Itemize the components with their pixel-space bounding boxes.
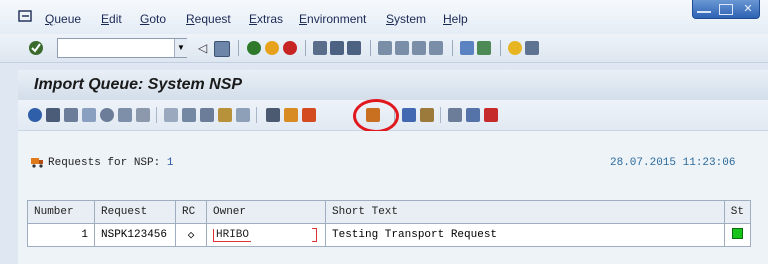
- lock-icon[interactable]: [266, 108, 280, 122]
- toolbar-separator: [256, 107, 257, 123]
- sort-icon[interactable]: [136, 108, 150, 122]
- truck-icon: [31, 158, 43, 168]
- timestamp: 28.07.2015 11:23:06: [610, 157, 736, 169]
- owner-value: HRIBO: [213, 229, 252, 242]
- close-icon[interactable]: ✕: [741, 3, 755, 15]
- page-title: Import Queue: System NSP: [34, 76, 243, 93]
- cell-number: 1: [27, 223, 95, 247]
- save-icon[interactable]: [214, 41, 230, 57]
- check-icon[interactable]: [420, 108, 434, 122]
- toolbar-separator: [452, 40, 453, 56]
- table-row[interactable]: 1 NSPK123456 ◇ HRIBO Testing Transport R…: [27, 223, 752, 247]
- column-number[interactable]: Number: [27, 200, 95, 224]
- command-dropdown-icon[interactable]: ▼: [174, 39, 187, 57]
- column-rc[interactable]: RC: [175, 200, 207, 224]
- first-page-icon[interactable]: [378, 41, 392, 55]
- enter-icon[interactable]: [28, 40, 44, 56]
- help-icon[interactable]: [508, 41, 522, 55]
- toolbar-separator: [440, 107, 441, 123]
- find-icon[interactable]: [330, 41, 344, 55]
- next-page-icon[interactable]: [412, 41, 426, 55]
- menu-goto[interactable]: Goto: [140, 12, 166, 26]
- toolbar-separator: [238, 40, 239, 56]
- info-icon[interactable]: [448, 108, 462, 122]
- import-monitor-icon[interactable]: [402, 108, 416, 122]
- cancel-icon[interactable]: [283, 41, 297, 55]
- shortcut-icon[interactable]: [477, 41, 491, 55]
- find-next-icon[interactable]: [347, 41, 361, 55]
- print-list-icon[interactable]: [46, 108, 60, 122]
- status-green-icon: [731, 227, 743, 239]
- menu-help[interactable]: Help: [443, 12, 468, 26]
- column-short-text[interactable]: Short Text: [325, 200, 725, 224]
- requests-count: 1: [166, 157, 174, 169]
- toolbar-separator: [370, 40, 371, 56]
- column-owner[interactable]: Owner: [206, 200, 326, 224]
- import-queue-table: Number Request RC Owner Short Text St 1 …: [27, 200, 752, 247]
- previous-page-icon[interactable]: [395, 41, 409, 55]
- edit-icon[interactable]: [236, 108, 250, 122]
- command-field[interactable]: [57, 38, 187, 58]
- transport-tools-icon[interactable]: [218, 108, 232, 122]
- minimize-icon[interactable]: [697, 5, 711, 13]
- history-icon[interactable]: [164, 108, 178, 122]
- print-icon[interactable]: [313, 41, 327, 55]
- cell-status: [723, 223, 752, 247]
- import-all-icon[interactable]: [302, 108, 316, 122]
- menu-system[interactable]: System: [386, 12, 426, 26]
- window-controls: ✕: [692, 0, 760, 19]
- column-status[interactable]: St: [723, 200, 752, 224]
- exit-icon[interactable]: [265, 41, 279, 55]
- delete-icon[interactable]: [484, 108, 498, 122]
- highlight-circle: [353, 99, 399, 133]
- cell-rc: ◇: [175, 223, 207, 247]
- cell-short-text[interactable]: Testing Transport Request: [325, 223, 725, 247]
- toolbar-separator: [305, 40, 306, 56]
- toolbar-separator: [500, 40, 501, 56]
- system-menu-icon[interactable]: [18, 10, 32, 22]
- menu-bar: Queue Edit Goto Request Extras Environme…: [0, 0, 768, 34]
- requests-label-text: Requests for NSP:: [48, 157, 161, 169]
- new-session-icon[interactable]: [460, 41, 474, 55]
- menu-environment[interactable]: Environment: [299, 12, 366, 26]
- refresh-icon[interactable]: [28, 108, 42, 122]
- cell-owner[interactable]: HRIBO: [206, 223, 326, 247]
- layout-menu-icon[interactable]: [525, 41, 539, 55]
- menu-extras[interactable]: Extras: [249, 12, 283, 26]
- cursor-select-icon[interactable]: [82, 108, 96, 122]
- select-all-icon[interactable]: [466, 108, 480, 122]
- back-icon[interactable]: [247, 41, 261, 55]
- zoom-icon[interactable]: [100, 108, 114, 122]
- filter-icon[interactable]: [118, 108, 132, 122]
- back-history-icon[interactable]: ◁: [198, 41, 212, 55]
- cell-request[interactable]: NSPK123456: [94, 223, 176, 247]
- menu-edit[interactable]: Edit: [101, 12, 122, 26]
- maximize-icon[interactable]: [719, 3, 733, 15]
- last-page-icon[interactable]: [429, 41, 443, 55]
- menu-queue[interactable]: Queue: [45, 12, 81, 26]
- details-icon[interactable]: [182, 108, 196, 122]
- requests-label: Requests for NSP: 1: [48, 157, 173, 169]
- select-icon[interactable]: [64, 108, 78, 122]
- menu-request[interactable]: Request: [186, 12, 231, 26]
- toolbar-separator: [156, 107, 157, 123]
- logs-icon[interactable]: [200, 108, 214, 122]
- import-request-icon[interactable]: [284, 108, 298, 122]
- column-request[interactable]: Request: [94, 200, 176, 224]
- table-header-row: Number Request RC Owner Short Text St: [27, 200, 752, 224]
